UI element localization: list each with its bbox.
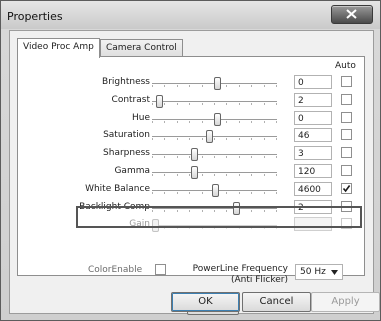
- powerline-frequency-select[interactable]: 50 Hz: [295, 264, 343, 280]
- hue-slider-thumb[interactable]: [213, 112, 221, 126]
- gain-slider-ticks: [152, 227, 277, 230]
- powerline-frequency-label: PowerLine Frequency (Anti Flicker): [183, 264, 288, 286]
- backlight-comp-slider-ticks: [152, 209, 277, 212]
- tab-camera-control[interactable]: Camera Control: [100, 39, 183, 57]
- hue-label: Hue: [131, 112, 150, 123]
- white-balance-auto-checkbox[interactable]: [341, 182, 352, 194]
- backlight-comp-slider-track[interactable]: [152, 207, 277, 212]
- saturation-slider-track[interactable]: [152, 136, 277, 141]
- gamma-label: Gamma: [114, 166, 150, 176]
- video-proc-amp-panel: Auto Brightness 0 Contrast 2 Hue 0 Saturation 4…: [17, 56, 365, 315]
- contrast-label: Contrast: [111, 94, 150, 105]
- backlight-comp-auto-checkbox[interactable]: [341, 200, 352, 212]
- brightness-label: Brightness: [102, 77, 150, 87]
- checkmark-icon: [342, 184, 351, 193]
- hue-value-field[interactable]: 0: [294, 110, 332, 125]
- property-row-backlight-comp: Backlight Comp 2: [18, 199, 364, 217]
- title-bar[interactable]: Properties: [1, 1, 380, 29]
- white-balance-label: White Balance: [85, 183, 150, 194]
- gamma-auto-checkbox[interactable]: [341, 165, 352, 176]
- powerline-frequency-value: 50 Hz: [300, 267, 326, 277]
- sharpness-slider-thumb[interactable]: [191, 148, 199, 162]
- chevron-down-icon: [331, 270, 338, 275]
- gain-label: Gain: [129, 219, 150, 230]
- gain-slider-track[interactable]: [152, 225, 277, 230]
- contrast-slider-ticks: [152, 102, 277, 105]
- sharpness-slider-track[interactable]: [152, 154, 277, 159]
- sharpness-auto-checkbox[interactable]: [341, 147, 352, 159]
- gain-auto-checkbox[interactable]: [341, 218, 352, 230]
- tab-video-proc-amp[interactable]: Video Proc Amp: [17, 38, 100, 58]
- white-balance-value-field[interactable]: 4600: [294, 181, 332, 196]
- sharpness-value-field[interactable]: 3: [294, 146, 332, 161]
- close-button[interactable]: [331, 5, 373, 24]
- contrast-slider-thumb[interactable]: [155, 94, 163, 108]
- saturation-auto-checkbox[interactable]: [341, 129, 352, 141]
- gain-value-field[interactable]: [294, 217, 332, 232]
- white-balance-slider-thumb[interactable]: [211, 183, 219, 197]
- property-row-hue: Hue 0: [18, 110, 364, 128]
- apply-button[interactable]: Apply: [311, 292, 380, 312]
- brightness-auto-checkbox[interactable]: [341, 76, 352, 87]
- property-row-brightness: Brightness 0: [18, 74, 364, 92]
- sharpness-label: Sharpness: [103, 148, 150, 159]
- property-row-sharpness: Sharpness 3: [18, 145, 364, 163]
- ok-button[interactable]: OK: [171, 292, 240, 312]
- property-row-gain: Gain: [18, 216, 364, 234]
- brightness-value-field[interactable]: 0: [294, 75, 332, 89]
- properties-window: Properties Camera Control Video Proc Amp…: [0, 0, 381, 321]
- color-enable-checkbox[interactable]: [155, 264, 166, 275]
- gain-slider-thumb[interactable]: [152, 219, 159, 233]
- backlight-comp-value-field[interactable]: 2: [294, 199, 332, 214]
- gamma-value-field[interactable]: 120: [294, 164, 332, 178]
- saturation-slider-ticks: [152, 138, 277, 141]
- powerline-frequency-label-line2: (Anti Flicker): [230, 275, 288, 285]
- cancel-button[interactable]: Cancel: [242, 292, 311, 312]
- gamma-slider-ticks: [152, 174, 277, 176]
- gamma-slider-track[interactable]: [152, 172, 277, 176]
- property-row-gamma: Gamma 120: [18, 163, 364, 181]
- auto-column-header: Auto: [335, 61, 356, 71]
- saturation-label: Saturation: [103, 130, 150, 141]
- contrast-auto-checkbox[interactable]: [341, 93, 352, 105]
- property-row-white-balance: White Balance 4600: [18, 181, 364, 199]
- property-row-contrast: Contrast 2: [18, 92, 364, 110]
- saturation-value-field[interactable]: 46: [294, 128, 332, 143]
- backlight-comp-slider-thumb[interactable]: [232, 201, 240, 215]
- contrast-slider-track[interactable]: [152, 100, 277, 105]
- sharpness-slider-ticks: [152, 156, 277, 159]
- window-title: Properties: [7, 10, 63, 23]
- contrast-value-field[interactable]: 2: [294, 92, 332, 107]
- gamma-slider-thumb[interactable]: [191, 166, 199, 179]
- brightness-slider-thumb[interactable]: [213, 77, 221, 90]
- close-icon: [346, 9, 357, 19]
- hue-auto-checkbox[interactable]: [341, 111, 352, 123]
- color-enable-label: ColorEnable: [88, 265, 143, 275]
- saturation-slider-thumb[interactable]: [205, 130, 213, 144]
- powerline-frequency-label-line1: PowerLine Frequency: [192, 264, 288, 274]
- property-row-saturation: Saturation 46: [18, 127, 364, 145]
- dialog-body: Camera Control Video Proc Amp Auto Brigh…: [9, 30, 374, 315]
- backlight-comp-label: Backlight Comp: [79, 201, 150, 212]
